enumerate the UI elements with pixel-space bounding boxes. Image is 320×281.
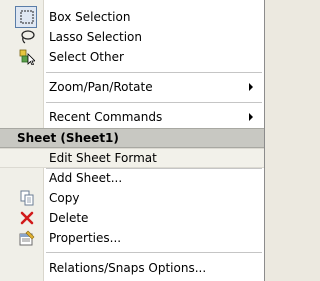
submenu-arrow-icon	[249, 113, 253, 121]
menu-item-relations-snaps-options[interactable]: Relations/Snaps Options...	[0, 258, 264, 278]
menu-item-properties[interactable]: Properties...	[0, 228, 264, 248]
select-other-icon	[19, 49, 36, 66]
menu-separator	[46, 252, 262, 253]
menu-item-copy[interactable]: Copy	[0, 188, 264, 208]
menu-separator	[46, 72, 262, 73]
menu-item-select-other[interactable]: Select Other	[0, 47, 264, 67]
context-menu: Box Selection Lasso Selection Select Oth…	[0, 0, 265, 281]
box-selection-icon	[19, 9, 35, 25]
menu-item-zoom-pan-rotate[interactable]: Zoom/Pan/Rotate	[0, 77, 264, 97]
copy-icon	[19, 190, 35, 206]
lasso-icon	[19, 29, 35, 45]
menu-item-label: Select Other	[49, 50, 124, 64]
section-header-sheet: Sheet (Sheet1)	[0, 128, 264, 148]
menu-item-lasso-selection[interactable]: Lasso Selection	[0, 27, 264, 47]
menu-item-label: Relations/Snaps Options...	[49, 261, 207, 275]
menu-item-delete[interactable]: Delete	[0, 208, 264, 228]
delete-icon	[19, 210, 35, 226]
menu-item-label: Add Sheet...	[49, 171, 123, 185]
menu-item-label: Edit Sheet Format	[49, 151, 157, 165]
menu-item-label: Recent Commands	[49, 110, 163, 124]
submenu-arrow-icon	[249, 83, 253, 91]
section-header-label: Sheet (Sheet1)	[17, 131, 119, 145]
menu-item-label: Copy	[49, 191, 80, 205]
menu-item-label: Lasso Selection	[49, 30, 142, 44]
menu-item-box-selection[interactable]: Box Selection	[0, 7, 264, 27]
background-window	[265, 0, 292, 281]
menu-item-label: Properties...	[49, 231, 122, 245]
menu-item-label: Box Selection	[49, 10, 131, 24]
menu-separator	[46, 102, 262, 103]
properties-icon	[19, 230, 35, 246]
menu-item-label: Delete	[49, 211, 89, 225]
menu-item-label: Zoom/Pan/Rotate	[49, 80, 153, 94]
menu-item-recent-commands[interactable]: Recent Commands	[0, 107, 264, 127]
menu-item-add-sheet[interactable]: Add Sheet...	[0, 168, 264, 188]
menu-item-edit-sheet-format[interactable]: Edit Sheet Format	[0, 148, 264, 168]
